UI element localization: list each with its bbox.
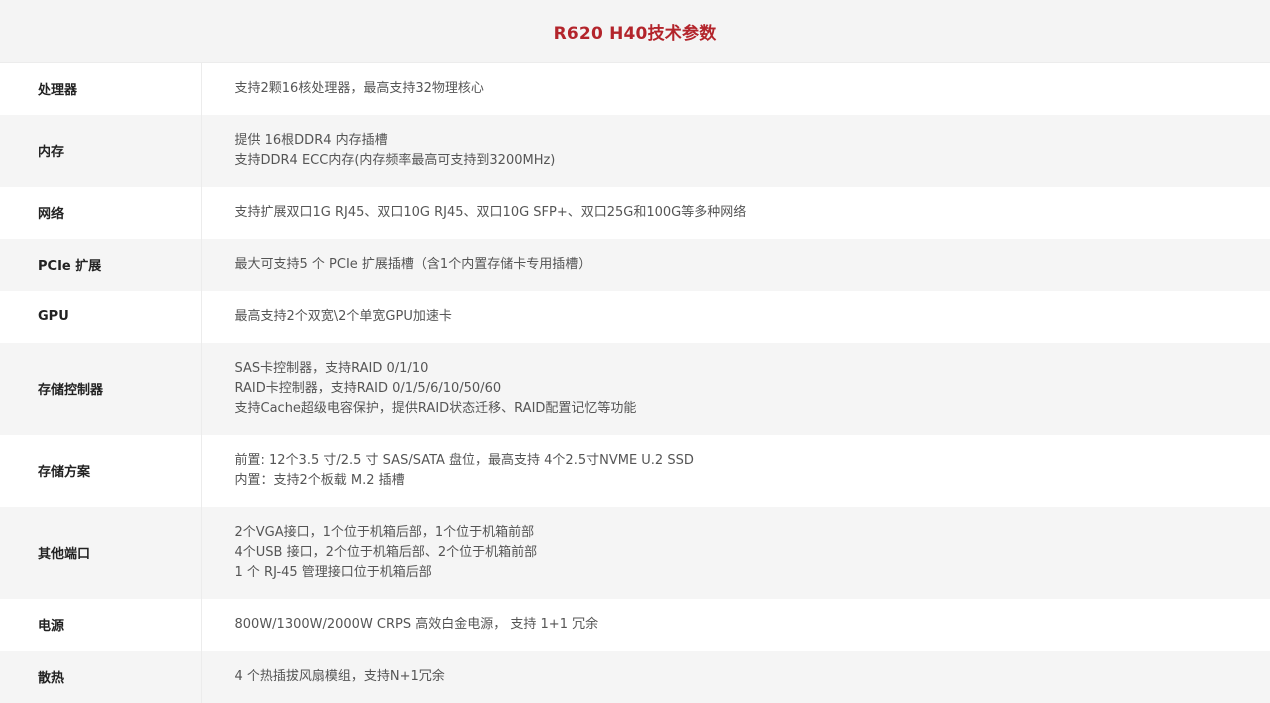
row-label: 散热 xyxy=(0,651,201,703)
row-value: 前置: 12个3.5 寸/2.5 寸 SAS/SATA 盘位，最高支持 4个2.… xyxy=(201,435,1270,507)
row-label: 处理器 xyxy=(0,63,201,115)
table-row: 网络 支持扩展双口1G RJ45、双口10G RJ45、双口10G SFP+、双口… xyxy=(0,187,1270,239)
value-line: 4 个热插拔风扇模组，支持N+1冗余 xyxy=(235,667,1270,687)
title-row: R620 H40技术参数 xyxy=(0,0,1270,63)
value-line: SAS卡控制器，支持RAID 0/1/10 xyxy=(235,359,1270,379)
table-row: GPU 最高支持2个双宽\2个单宽GPU加速卡 xyxy=(0,291,1270,343)
row-value: 4 个热插拔风扇模组，支持N+1冗余 xyxy=(201,651,1270,703)
spec-table: R620 H40技术参数 处理器支持2颗16核处理器，最高支持32物理核心内存提… xyxy=(0,0,1270,703)
row-value: 最高支持2个双宽\2个单宽GPU加速卡 xyxy=(201,291,1270,343)
row-value: 2个VGA接口，1个位于机箱后部，1个位于机箱前部4个USB 接口，2个位于机箱… xyxy=(201,507,1270,599)
row-value: 支持2颗16核处理器，最高支持32物理核心 xyxy=(201,63,1270,115)
table-row: 电源 800W/1300W/2000W CRPS 高效白金电源， 支持 1+1 冗… xyxy=(0,599,1270,651)
row-label: 存储方案 xyxy=(0,435,201,507)
row-label: GPU xyxy=(0,291,201,343)
value-line: 1 个 RJ-45 管理接口位于机箱后部 xyxy=(235,563,1270,583)
value-line: 2个VGA接口，1个位于机箱后部，1个位于机箱前部 xyxy=(235,523,1270,543)
row-label: 网络 xyxy=(0,187,201,239)
value-line: 提供 16根DDR4 内存插槽 xyxy=(235,131,1270,151)
value-line: 内置：支持2个板载 M.2 插槽 xyxy=(235,471,1270,491)
value-line: 800W/1300W/2000W CRPS 高效白金电源， 支持 1+1 冗余 xyxy=(235,615,1270,635)
table-row: 其他端口2个VGA接口，1个位于机箱后部，1个位于机箱前部4个USB 接口，2个… xyxy=(0,507,1270,599)
table-row: PCIe 扩展 最大可支持5 个 PCIe 扩展插槽（含1个内置存储卡专用插槽） xyxy=(0,239,1270,291)
spec-body: 处理器支持2颗16核处理器，最高支持32物理核心内存提供 16根DDR4 内存插… xyxy=(0,63,1270,703)
value-line: RAID卡控制器，支持RAID 0/1/5/6/10/50/60 xyxy=(235,379,1270,399)
row-value: 提供 16根DDR4 内存插槽支持DDR4 ECC内存(内存频率最高可支持到32… xyxy=(201,115,1270,187)
row-label: 内存 xyxy=(0,115,201,187)
table-row: 散热 4 个热插拔风扇模组，支持N+1冗余 xyxy=(0,651,1270,703)
value-line: 支持DDR4 ECC内存(内存频率最高可支持到3200MHz) xyxy=(235,151,1270,171)
row-value: 800W/1300W/2000W CRPS 高效白金电源， 支持 1+1 冗余 xyxy=(201,599,1270,651)
table-row: 内存提供 16根DDR4 内存插槽支持DDR4 ECC内存(内存频率最高可支持到… xyxy=(0,115,1270,187)
table-row: 处理器 支持2颗16核处理器，最高支持32物理核心 xyxy=(0,63,1270,115)
value-line: 最高支持2个双宽\2个单宽GPU加速卡 xyxy=(235,307,1270,327)
row-value: 支持扩展双口1G RJ45、双口10G RJ45、双口10G SFP+、双口25… xyxy=(201,187,1270,239)
table-row: 存储方案 前置: 12个3.5 寸/2.5 寸 SAS/SATA 盘位，最高支持 … xyxy=(0,435,1270,507)
value-line: 支持2颗16核处理器，最高支持32物理核心 xyxy=(235,79,1270,99)
table-title: R620 H40技术参数 xyxy=(554,24,717,44)
value-line: 最大可支持5 个 PCIe 扩展插槽（含1个内置存储卡专用插槽） xyxy=(235,255,1270,275)
value-line: 前置: 12个3.5 寸/2.5 寸 SAS/SATA 盘位，最高支持 4个2.… xyxy=(235,451,1270,471)
row-label: 电源 xyxy=(0,599,201,651)
row-label: PCIe 扩展 xyxy=(0,239,201,291)
value-line: 4个USB 接口，2个位于机箱后部、2个位于机箱前部 xyxy=(235,543,1270,563)
value-line: 支持扩展双口1G RJ45、双口10G RJ45、双口10G SFP+、双口25… xyxy=(235,203,1270,223)
value-line: 支持Cache超级电容保护，提供RAID状态迁移、RAID配置记忆等功能 xyxy=(235,399,1270,419)
title-cell: R620 H40技术参数 xyxy=(0,0,1270,63)
row-label: 其他端口 xyxy=(0,507,201,599)
row-label: 存储控制器 xyxy=(0,343,201,435)
table-row: 存储控制器SAS卡控制器，支持RAID 0/1/10RAID卡控制器，支持RAI… xyxy=(0,343,1270,435)
row-value: 最大可支持5 个 PCIe 扩展插槽（含1个内置存储卡专用插槽） xyxy=(201,239,1270,291)
row-value: SAS卡控制器，支持RAID 0/1/10RAID卡控制器，支持RAID 0/1… xyxy=(201,343,1270,435)
